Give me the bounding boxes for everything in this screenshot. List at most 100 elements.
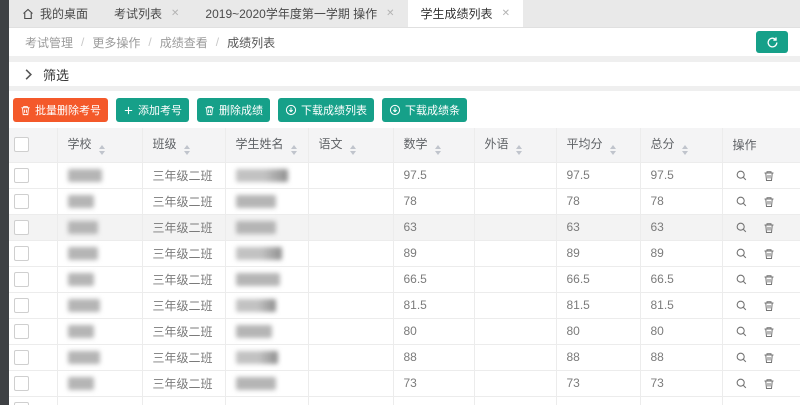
sort-icon[interactable] [435,145,441,155]
tab-label: 学生成绩列表 [421,5,493,22]
cell-class: 三年级二班 [142,188,225,214]
row-checkbox[interactable] [14,168,29,183]
tab-student-scores[interactable]: 学生成绩列表 ✕ [408,0,523,27]
toolbar: 批量删除考号 添加考号 删除成绩 下载成绩列表 [9,91,800,128]
cell-school [57,188,142,214]
tab-my-desktop[interactable]: 我的桌面 [9,0,101,27]
column-header-total[interactable]: 总分 [640,128,722,162]
view-detail-icon[interactable] [735,299,748,312]
cell-school [57,344,142,370]
column-header-average[interactable]: 平均分 [556,128,640,162]
row-checkbox[interactable] [14,246,29,261]
delete-row-icon[interactable] [763,274,775,286]
close-icon[interactable]: ✕ [171,9,179,19]
cell-foreign [474,188,556,214]
download-score-list-button[interactable]: 下载成绩列表 [278,98,374,122]
cell-total: 97.5 [640,162,722,188]
delete-row-icon[interactable] [763,222,775,234]
cell-foreign [474,214,556,240]
column-header-math[interactable]: 数学 [393,128,474,162]
download-score-slips-button[interactable]: 下载成绩条 [382,98,467,122]
cell-chinese [308,370,393,396]
view-detail-icon[interactable] [735,169,748,182]
view-detail-icon[interactable] [735,221,748,234]
delete-scores-button[interactable]: 删除成绩 [197,98,270,122]
cell-school [57,240,142,266]
view-detail-icon[interactable] [735,195,748,208]
column-header-student-name[interactable]: 学生姓名 [225,128,308,162]
view-detail-icon[interactable] [735,351,748,364]
delete-row-icon[interactable] [763,196,775,208]
delete-row-icon[interactable] [763,170,775,182]
cell-class: 三年级二班 [142,266,225,292]
cell-total: 63 [640,214,722,240]
row-checkbox[interactable] [14,402,29,405]
cell-average: 80 [556,318,640,344]
filter-toggle[interactable]: 筛选 [9,62,800,86]
row-checkbox[interactable] [14,298,29,313]
cell-chinese [308,214,393,240]
sort-icon[interactable] [516,145,522,155]
tab-exam-list[interactable]: 考试列表 ✕ [101,0,192,27]
batch-delete-examno-button[interactable]: 批量删除考号 [13,98,108,122]
refresh-button[interactable] [756,31,788,53]
trash-icon [20,105,31,116]
sort-icon[interactable] [184,145,190,155]
cell-math: 80 [393,318,474,344]
row-checkbox[interactable] [14,376,29,391]
row-checkbox[interactable] [14,220,29,235]
cell-chinese [308,344,393,370]
row-checkbox[interactable] [14,324,29,339]
table-header-row: 学校 班级 学生姓名 语文 数学 外语 平均分 总分 操作 [9,128,800,162]
close-icon[interactable]: ✕ [502,9,510,19]
view-detail-icon[interactable] [735,273,748,286]
sort-icon[interactable] [99,145,105,155]
breadcrumb: 考试管理 / 更多操作 / 成绩查看 / 成绩列表 [9,28,800,56]
cell-average: 89 [556,240,640,266]
column-header-chinese[interactable]: 语文 [308,128,393,162]
cell-math: 81.5 [393,292,474,318]
delete-row-icon[interactable] [763,352,775,364]
view-detail-icon[interactable] [735,247,748,260]
view-detail-icon[interactable] [735,377,748,390]
main-area: 我的桌面 考试列表 ✕ 2019~2020学年度第一学期 操作 ✕ 学生成绩列表… [9,0,800,405]
sort-icon[interactable] [350,145,356,155]
column-header-school[interactable]: 学校 [57,128,142,162]
column-header-class[interactable]: 班级 [142,128,225,162]
breadcrumb-item[interactable]: 考试管理 [25,34,73,51]
sort-icon[interactable] [291,145,297,155]
cell-total: 81.5 [640,292,722,318]
close-icon[interactable]: ✕ [386,9,394,19]
table-row: 三年级二班 78 78 78 [9,188,800,214]
table-row: 三年级二班 63 63 63 [9,214,800,240]
cell-math: 89 [393,240,474,266]
cell-chinese [308,240,393,266]
view-detail-icon[interactable] [735,325,748,338]
select-all-checkbox[interactable] [14,137,29,152]
plus-icon [123,105,134,116]
delete-row-icon[interactable] [763,300,775,312]
cell-class: 三年级二班 [142,344,225,370]
sort-icon[interactable] [610,145,616,155]
row-checkbox[interactable] [14,350,29,365]
add-examno-button[interactable]: 添加考号 [116,98,189,122]
collapsed-sidebar [0,0,9,405]
cell-math: 63 [393,214,474,240]
breadcrumb-item[interactable]: 成绩查看 [160,34,208,51]
tab-semester-actions[interactable]: 2019~2020学年度第一学期 操作 ✕ [192,0,407,27]
cell-chinese [308,188,393,214]
delete-row-icon[interactable] [763,248,775,260]
row-checkbox[interactable] [14,272,29,287]
breadcrumb-separator: / [148,35,151,49]
cell-school [57,318,142,344]
breadcrumb-item[interactable]: 更多操作 [92,34,140,51]
tab-bar: 我的桌面 考试列表 ✕ 2019~2020学年度第一学期 操作 ✕ 学生成绩列表… [9,0,800,28]
sort-icon[interactable] [682,145,688,155]
delete-row-icon[interactable] [763,378,775,390]
column-header-foreign[interactable]: 外语 [474,128,556,162]
cell-student-name [225,344,308,370]
row-checkbox[interactable] [14,194,29,209]
delete-row-icon[interactable] [763,326,775,338]
cell-average: 66.5 [556,266,640,292]
cell-foreign [474,318,556,344]
